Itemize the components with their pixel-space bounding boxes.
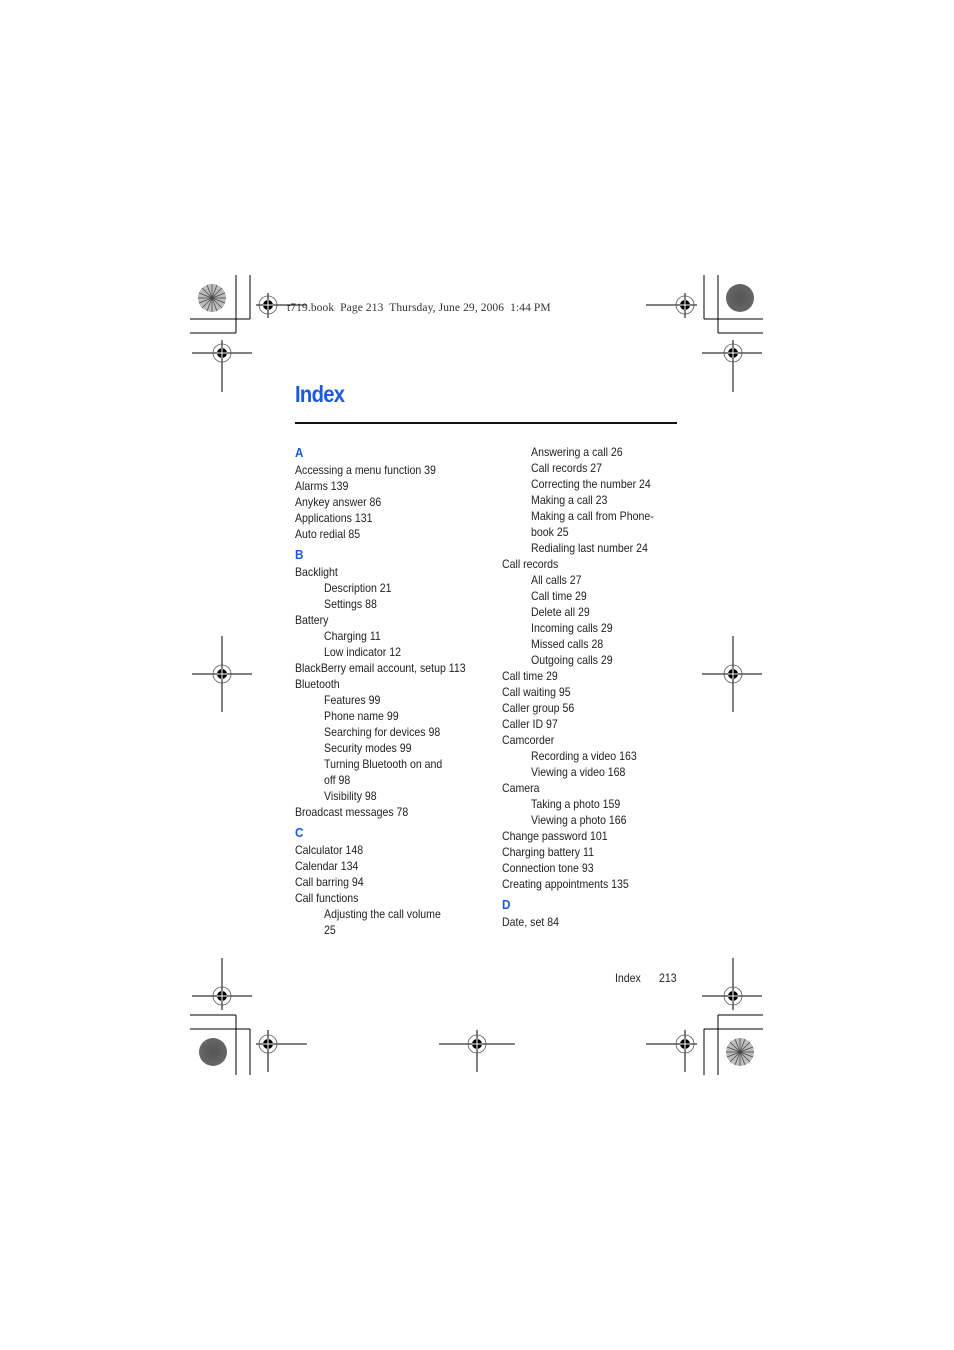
print-slug: t719.book Page 213 Thursday, June 29, 20… <box>287 302 551 314</box>
starburst-target-icon <box>726 1038 754 1066</box>
index-subentry: Correcting the number 24 <box>531 477 651 491</box>
index-subentry: Description 21 <box>324 581 392 595</box>
index-entry: Call records <box>502 557 559 571</box>
crosshair-circle-icon <box>702 958 762 1010</box>
index-subentry: book 25 <box>531 525 569 539</box>
index-column-left: A Accessing a menu function 39 Alarms 139 A… <box>295 444 495 938</box>
index-subentry: Delete all 29 <box>531 605 590 619</box>
index-subentry: Security modes 99 <box>324 741 412 755</box>
crosshair-circle-icon <box>646 1030 697 1072</box>
index-entry: Charging battery 11 <box>502 845 594 859</box>
index-subentry: Taking a photo 159 <box>531 797 621 811</box>
index-subentry: All calls 27 <box>531 573 582 587</box>
crosshair-circle-icon <box>439 1030 515 1072</box>
index-entry: Caller ID 97 <box>502 717 558 731</box>
index-entry: Call time 29 <box>502 669 558 683</box>
index-entry: Calendar 134 <box>295 859 359 873</box>
index-letter-heading: A <box>295 445 304 460</box>
index-subentry: Making a call 23 <box>531 493 608 507</box>
index-entry: Bluetooth <box>295 677 340 691</box>
index-entry: Call barring 94 <box>295 875 364 889</box>
crosshair-circle-icon <box>192 340 252 392</box>
index-entry: Backlight <box>295 565 338 579</box>
gray-dot-icon <box>199 1038 227 1066</box>
index-subentry: Viewing a photo 166 <box>531 813 627 827</box>
index-subentry: Incoming calls 29 <box>531 621 613 635</box>
index-subentry: 25 <box>324 923 336 937</box>
index-entry: Alarms 139 <box>295 479 349 493</box>
index-subentry: Turning Bluetooth on and <box>324 757 443 771</box>
index-entry: Broadcast messages 78 <box>295 805 409 819</box>
title-divider <box>295 422 677 424</box>
index-entry: Connection tone 93 <box>502 861 594 875</box>
index-subentry: Phone name 99 <box>324 709 399 723</box>
index-entry: Camcorder <box>502 733 555 747</box>
crosshair-circle-icon <box>192 958 252 1010</box>
crosshair-circle-icon <box>646 293 697 318</box>
index-subentry: Features 99 <box>324 693 381 707</box>
index-subentry: Recording a video 163 <box>531 749 637 763</box>
index-entry: Accessing a menu function 39 <box>295 463 436 477</box>
index-subentry: Call records 27 <box>531 461 603 475</box>
index-entry: Auto redial 85 <box>295 527 361 541</box>
index-entry: BlackBerry email account, setup 113 <box>295 661 466 675</box>
index-column-right: Answering a call 26 Call records 27 Correc… <box>502 444 702 930</box>
index-subentry: Call time 29 <box>531 589 587 603</box>
index-subentry: Adjusting the call volume <box>324 907 441 921</box>
index-entry: Date, set 84 <box>502 915 559 929</box>
index-letter-heading: B <box>295 547 304 562</box>
gray-dot-icon <box>726 284 754 312</box>
index-subentry: Settings 88 <box>324 597 377 611</box>
crosshair-circle-icon <box>702 636 762 712</box>
index-subentry: Redialing last number 24 <box>531 541 648 555</box>
index-entry: Calculator 148 <box>295 843 364 857</box>
index-subentry: Answering a call 26 <box>531 445 623 459</box>
index-subentry: Searching for devices 98 <box>324 725 441 739</box>
index-entry: Change password 101 <box>502 829 608 843</box>
footer-section-label: Index <box>615 971 641 985</box>
index-entry: Applications 131 <box>295 511 373 525</box>
index-entry: Call waiting 95 <box>502 685 571 699</box>
index-subentry: off 98 <box>324 773 351 787</box>
index-subentry: Charging 11 <box>324 629 381 643</box>
index-subentry: Missed calls 28 <box>531 637 604 651</box>
index-subentry: Making a call from Phone- <box>531 509 654 523</box>
index-entry: Call functions <box>295 891 359 905</box>
crosshair-circle-icon <box>192 636 252 712</box>
index-entry: Anykey answer 86 <box>295 495 382 509</box>
crosshair-circle-icon <box>256 1030 307 1072</box>
index-entry: Caller group 56 <box>502 701 575 715</box>
index-subentry: Outgoing calls 29 <box>531 653 613 667</box>
index-letter-heading: C <box>295 825 304 840</box>
index-letter-heading: D <box>502 897 511 912</box>
index-subentry: Visibility 98 <box>324 789 377 803</box>
index-subentry: Low indicator 12 <box>324 645 401 659</box>
index-entry: Creating appointments 135 <box>502 877 629 891</box>
starburst-target-icon <box>198 284 226 312</box>
index-entry: Battery <box>295 613 329 627</box>
crosshair-circle-icon <box>702 340 762 392</box>
page-title: Index <box>295 381 345 407</box>
index-entry: Camera <box>502 781 540 795</box>
index-subentry: Viewing a video 168 <box>531 765 626 779</box>
footer-page-number: 213 <box>659 971 677 985</box>
